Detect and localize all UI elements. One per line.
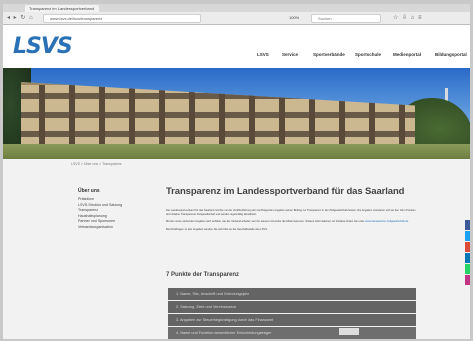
share-button-3[interactable]	[465, 242, 470, 252]
share-button-5[interactable]	[465, 264, 470, 274]
address-bar[interactable]: www.lsvs.de/lsvs/transparenz	[43, 14, 201, 23]
nav-item-bildungsportal[interactable]: Bildungsportal	[435, 52, 467, 57]
info-paragraph: Mit den unten stehenden Angaben wird sic…	[166, 220, 416, 224]
sidebar-item-organisation[interactable]: Verbandsorganisation	[78, 225, 158, 231]
building-photo	[21, 82, 415, 149]
accordion-item[interactable]: 1. Name, Sitz, Anschrift und Gründungsja…	[168, 288, 416, 300]
toolbar-icons[interactable]: ☆ ⇩ ⌂ ≡	[393, 14, 423, 22]
share-button-6[interactable]	[465, 275, 470, 285]
transparency-accordion: 1. Name, Sitz, Anschrift und Gründungsja…	[168, 288, 416, 339]
sidebar-title[interactable]: Über uns	[78, 188, 158, 194]
sidebar: Über uns Präsidium LSVS-Struktur und Sat…	[78, 188, 158, 230]
zoom-level[interactable]: 100%	[289, 15, 299, 21]
navigation-icons[interactable]: ◂ ▸ ↻ ⌂	[7, 14, 34, 22]
nav-item-sportschule[interactable]: Sportschule	[355, 52, 381, 57]
breadcrumb[interactable]: LSVS > Über uns > Transparenz	[71, 162, 122, 166]
site-logo[interactable]: LSVS	[13, 34, 73, 59]
hero-image	[3, 68, 470, 159]
contact-paragraph: Bei Rückfragen zu den Angaben wenden Sie…	[166, 227, 268, 231]
browser-toolbar: ◂ ▸ ↻ ⌂ www.lsvs.de/lsvs/transparenz 100…	[3, 12, 470, 25]
nav-item-lsvs[interactable]: LSVS	[257, 52, 269, 57]
accordion-item[interactable]: 3. Angaben zur Steuerbegünstigung durch …	[168, 314, 416, 326]
share-button-1[interactable]	[465, 220, 470, 230]
section-title: 7 Punkte der Transparenz	[166, 272, 240, 278]
browser-tab[interactable]: Transparenz im Landessportverband	[25, 5, 99, 12]
share-button-2[interactable]	[465, 231, 470, 241]
browser-search-input[interactable]: Suchen	[311, 14, 381, 23]
main-content: Transparenz im Landessportverband für da…	[166, 186, 416, 234]
tab-bar: Transparenz im Landessportverband	[3, 4, 470, 12]
page-title: Transparenz im Landessportverband für da…	[166, 186, 405, 197]
nav-item-service[interactable]: Service	[282, 52, 298, 57]
social-share-bar	[465, 220, 470, 286]
browser-window: Transparenz im Landessportverband ◂ ▸ ↻ …	[3, 4, 470, 339]
share-button-4[interactable]	[465, 253, 470, 263]
initiative-link[interactable]: www.transparente-zivilgesellschaft.de	[365, 220, 408, 223]
info-text: Mit den unten stehenden Angaben wird sic…	[166, 220, 365, 224]
intro-paragraph: Der Landessportverband für das Saarland …	[166, 209, 416, 217]
accordion-item[interactable]: 2. Satzung, Ziele und Vereinszweck	[168, 301, 416, 313]
accordion-item[interactable]: 4. Name und Funktion wesentlicher Entsch…	[168, 327, 416, 339]
nav-item-medienportal[interactable]: Medienportal	[393, 52, 421, 57]
lawn	[3, 144, 470, 159]
accordion-toggle-button[interactable]	[339, 328, 359, 335]
nav-item-sportverbaende[interactable]: Sportverbände	[313, 52, 345, 57]
